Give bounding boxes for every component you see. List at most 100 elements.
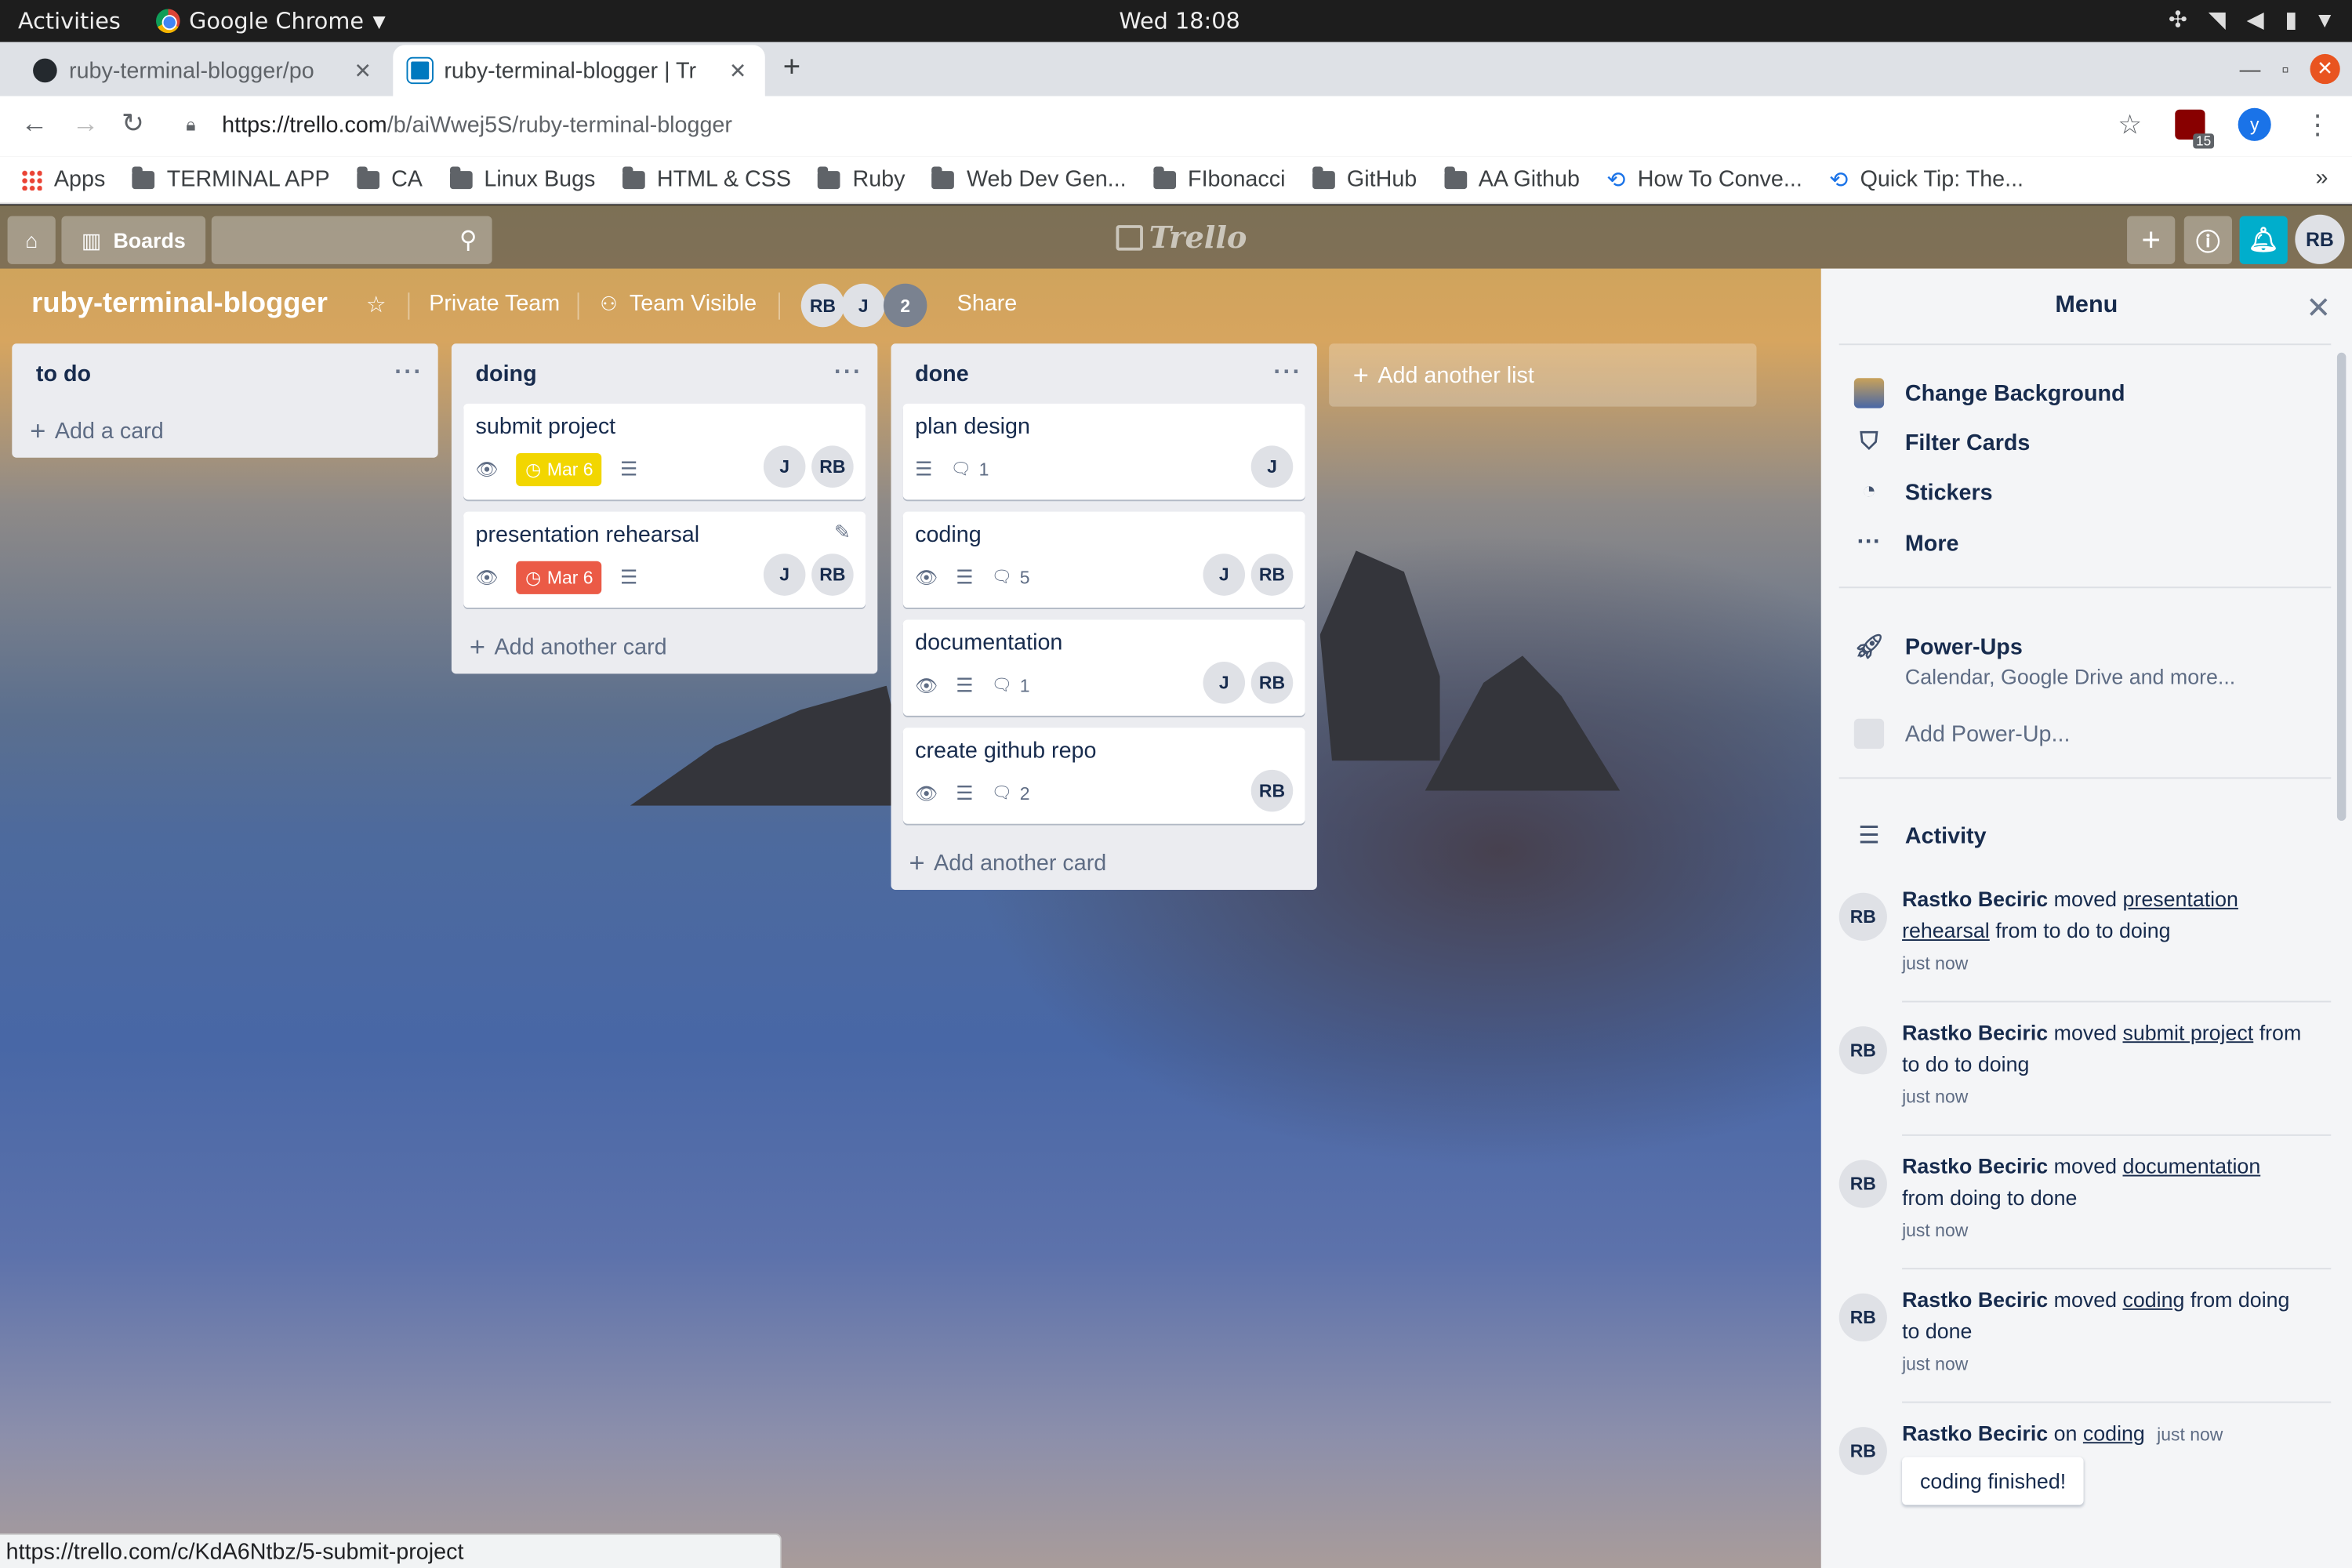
maximize-icon[interactable]: ▫ <box>2281 57 2289 82</box>
bookmark-item[interactable]: GitHub <box>1312 165 1417 192</box>
member-avatar[interactable]: RB <box>1250 554 1294 596</box>
list-menu-icon[interactable]: ··· <box>394 360 423 387</box>
add-card-button[interactable]: + Add another card <box>891 836 1317 890</box>
list-header[interactable]: done ··· <box>891 343 1317 404</box>
activity-card-link[interactable]: coding <box>2122 1287 2184 1312</box>
activity-avatar[interactable]: RB <box>1838 1160 1887 1208</box>
back-icon[interactable]: ← <box>21 108 48 140</box>
add-power-up-button[interactable]: Add Power-Up... <box>1853 718 2070 750</box>
member-avatar[interactable]: J <box>763 554 806 596</box>
menu-item-filter-cards[interactable]: ⛉ Filter Cards <box>1854 429 2030 456</box>
list-title[interactable]: doing <box>476 361 537 387</box>
activity-time[interactable]: just now <box>1902 1353 1968 1374</box>
card[interactable]: presentation rehearsal 👁︎ ◷ Mar 6 ☰ J RB ✎ <box>463 511 866 608</box>
member-avatar[interactable]: J <box>1203 662 1246 704</box>
menu-scrollbar[interactable] <box>2336 352 2347 821</box>
kebab-menu-icon[interactable]: ⋮ <box>2304 109 2331 140</box>
activity-avatar[interactable]: RB <box>1838 1427 1887 1475</box>
add-card-button[interactable]: + Add a card <box>12 404 437 458</box>
card[interactable]: coding 👁︎ ☰ 🗨︎ 5 J RB <box>902 511 1305 608</box>
list-header[interactable]: doing ··· <box>452 343 877 404</box>
add-list-button[interactable]: + Add another list <box>1329 343 1757 407</box>
search-icon[interactable]: ⚲ <box>459 225 477 255</box>
edit-pencil-icon[interactable]: ✎ <box>834 521 851 545</box>
card[interactable]: plan design ☰ 🗨︎ 1 J <box>902 403 1305 500</box>
activity-user[interactable]: Rastko Beciric <box>1902 1287 2048 1312</box>
close-window-button[interactable]: ✕ <box>2310 53 2340 85</box>
card[interactable]: submit project 👁︎ ◷ Mar 6 ☰ J RB <box>463 403 866 500</box>
bookmark-item[interactable]: Linux Bugs <box>449 165 595 192</box>
close-icon[interactable]: ✕ <box>729 58 746 84</box>
activity-card-link[interactable]: documentation <box>2122 1154 2260 1178</box>
bookmark-item[interactable]: Ruby <box>818 165 905 192</box>
profile-avatar[interactable]: y <box>2238 107 2271 141</box>
user-avatar[interactable]: RB <box>2295 214 2345 264</box>
new-tab-button[interactable]: + <box>783 51 800 85</box>
member-avatar[interactable]: RB <box>800 283 845 328</box>
bookmark-item[interactable]: FIbonacci <box>1153 165 1285 192</box>
chevron-right-icon[interactable]: » <box>2315 165 2328 191</box>
team-button[interactable]: Private Team <box>429 291 560 317</box>
activities-button[interactable]: Activities <box>18 8 121 34</box>
member-avatar[interactable]: RB <box>811 554 854 596</box>
more-members-count[interactable]: 2 <box>883 283 927 328</box>
member-avatar[interactable]: J <box>1203 554 1246 596</box>
app-menu[interactable]: Google Chrome ▼ <box>155 8 386 34</box>
notifications-button[interactable]: 🔔︎ <box>2239 216 2288 264</box>
star-board-icon[interactable]: ☆ <box>366 291 387 318</box>
activity-user[interactable]: Rastko Beciric <box>1902 887 2048 911</box>
bookmark-item[interactable]: AA Github <box>1443 165 1580 192</box>
menu-item-stickers[interactable]: ◔ Stickers <box>1854 479 1993 506</box>
create-button[interactable]: + <box>2127 216 2176 264</box>
visibility-button[interactable]: ⚇ Team Visible <box>600 291 757 317</box>
menu-item-more[interactable]: ··· More <box>1854 530 1959 557</box>
list-menu-icon[interactable]: ··· <box>834 360 862 387</box>
bookmark-star-icon[interactable]: ☆ <box>2118 109 2142 140</box>
bookmark-item[interactable]: TERMINAL APP <box>132 165 330 192</box>
close-icon[interactable]: ✕ <box>2306 289 2331 327</box>
info-button[interactable]: ⓘ <box>2183 216 2232 264</box>
extension-icon[interactable]: 15 <box>2175 109 2215 149</box>
search-input[interactable] <box>211 216 437 264</box>
menu-item-change-background[interactable]: Change Background <box>1853 378 2125 408</box>
forward-icon[interactable]: → <box>72 108 99 140</box>
share-button[interactable]: Share <box>957 291 1018 317</box>
activity-time[interactable]: just now <box>1902 953 1968 974</box>
activity-avatar[interactable]: RB <box>1838 1026 1887 1075</box>
activity-user[interactable]: Rastko Beciric <box>1902 1020 2048 1044</box>
lock-icon[interactable]: 🔒︎ <box>186 114 195 136</box>
activity-avatar[interactable]: RB <box>1838 892 1887 942</box>
trello-logo[interactable]: Trello <box>1116 219 1247 255</box>
board-title[interactable]: ruby-terminal-blogger <box>31 288 328 321</box>
activity-avatar[interactable]: RB <box>1838 1293 1887 1342</box>
menu-item-power-ups[interactable]: 🚀︎ Power-Ups <box>1854 632 2023 662</box>
bookmark-item[interactable]: ⟲ Quick Tip: The... <box>1829 165 2024 192</box>
clock[interactable]: Wed 18:08 <box>1119 8 1240 34</box>
list-header[interactable]: to do ··· <box>12 343 437 404</box>
list-title[interactable]: done <box>915 361 969 387</box>
close-icon[interactable]: ✕ <box>354 58 372 84</box>
member-avatar[interactable]: RB <box>811 445 854 488</box>
member-avatar[interactable]: J <box>1250 445 1294 488</box>
bookmark-item[interactable]: ⟲ How To Conve... <box>1606 165 1802 192</box>
bookmark-item[interactable]: CA <box>357 165 423 192</box>
list-menu-icon[interactable]: ··· <box>1273 360 1301 387</box>
activity-time[interactable]: just now <box>1902 1220 1968 1241</box>
member-avatar[interactable]: RB <box>1250 769 1294 812</box>
due-date-badge[interactable]: ◷ Mar 6 <box>516 452 603 487</box>
member-avatar[interactable]: J <box>841 283 885 328</box>
minimize-icon[interactable]: — <box>2240 57 2261 82</box>
bookmark-item[interactable]: Web Dev Gen... <box>931 165 1127 192</box>
activity-time[interactable]: just now <box>1902 1087 1968 1108</box>
activity-time[interactable]: just now <box>2157 1424 2223 1445</box>
activity-card-link[interactable]: submit project <box>2122 1020 2253 1044</box>
home-button[interactable]: ⌂ <box>7 216 56 264</box>
tab-trello[interactable]: ruby-terminal-blogger | Tr ✕ <box>393 45 765 96</box>
bookmark-item[interactable]: Apps <box>20 166 105 192</box>
member-avatar[interactable]: J <box>763 445 806 488</box>
tab-github[interactable]: ruby-terminal-blogger/po ✕ <box>18 45 387 96</box>
card[interactable]: documentation 👁︎ ☰ 🗨︎ 1 J RB <box>902 619 1305 716</box>
reload-icon[interactable]: ↻ <box>122 108 144 140</box>
bookmark-item[interactable]: HTML & CSS <box>622 165 791 192</box>
slack-icon[interactable]: ✣ <box>2169 6 2187 33</box>
